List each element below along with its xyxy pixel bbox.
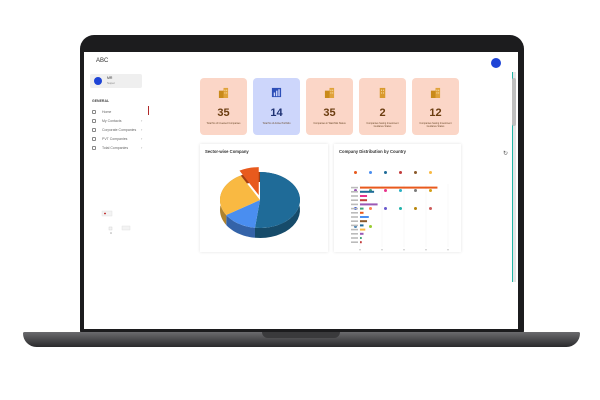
stat-label: Total No of Invested Companies: [206, 122, 241, 125]
stat-value: 14: [270, 107, 283, 119]
laptop-screen: ABC ↻ MR Super GENERAL Home My Contacts …: [84, 52, 518, 329]
profile-avatar[interactable]: [491, 58, 501, 68]
stage: ABC ↻ MR Super GENERAL Home My Contacts …: [0, 0, 600, 400]
stat-card-active-portfolio[interactable]: 14 Total No of Active Portfolio: [253, 78, 300, 135]
building-icon: [379, 87, 386, 98]
bar[interactable]: [360, 195, 368, 197]
briefcase-icon: [92, 137, 96, 141]
bar-chart-panel: Company Distribution by Country: [334, 144, 461, 252]
sidebar-item-label: Total Companies: [102, 146, 129, 150]
bar[interactable]: [360, 203, 378, 206]
laptop-notch: [262, 332, 340, 338]
stat-value: 2: [379, 107, 386, 119]
stat-value: 35: [323, 107, 336, 119]
chevron-right-icon: ›: [141, 118, 143, 123]
bar[interactable]: [360, 216, 369, 218]
decorative-illustration: [101, 210, 131, 234]
bar[interactable]: [360, 211, 364, 214]
category-label-mark: [351, 233, 358, 235]
refresh-icon[interactable]: ↻: [503, 150, 508, 157]
sidebar-item-label: Corporate Companies: [102, 128, 137, 132]
sidebar-item-label: Home: [102, 110, 112, 114]
stat-card-invested-companies[interactable]: 35 Total No of Invested Companies: [200, 78, 247, 135]
axis-tick: [403, 249, 405, 251]
contacts-icon: [92, 119, 96, 123]
category-label-mark: [351, 228, 358, 231]
sidebar-nav: Home My Contacts › Corporate Companies ›…: [90, 106, 150, 153]
axis-tick: [447, 249, 449, 251]
sidebar-item-my-contacts[interactable]: My Contacts ›: [90, 117, 150, 126]
sidebar-item-label: My Contacts: [102, 119, 122, 123]
category-label-mark: [351, 191, 358, 193]
stat-value: 35: [217, 107, 230, 119]
home-icon: [92, 110, 96, 114]
sidebar-item-total-companies[interactable]: Total Companies ›: [90, 144, 150, 153]
category-label-mark: [351, 199, 358, 201]
category-label-mark: [351, 220, 358, 222]
stat-label: Total No of Active Portfolio: [262, 122, 291, 125]
pie-chart-panel: Sector-wise Company: [200, 144, 328, 252]
axis-tick: [359, 249, 361, 251]
stat-card-investment-guidance-2[interactable]: 12 Companies having Investment Guidance …: [412, 78, 459, 135]
building-icon: [218, 87, 229, 98]
category-label-mark: [351, 241, 358, 243]
user-name: MR: [107, 76, 113, 80]
bar[interactable]: [360, 207, 364, 210]
axis-tick: [381, 249, 383, 251]
category-label-mark: [351, 216, 358, 218]
chevron-right-icon: ›: [141, 136, 143, 141]
pie-chart-title: Sector-wise Company: [205, 149, 249, 154]
category-label-mark: [351, 224, 358, 227]
bar[interactable]: [360, 224, 364, 227]
stat-label: Companies having Investment Guidance Sta…: [366, 122, 399, 128]
axis-tick: [425, 249, 427, 251]
pie-chart: [220, 167, 300, 238]
bar[interactable]: [360, 190, 375, 193]
scrollbar-thumb[interactable]: [512, 78, 516, 126]
chevron-right-icon: ›: [141, 145, 143, 150]
stat-label: Companies having Investment Guidance Sta…: [419, 122, 452, 128]
bar[interactable]: [360, 186, 438, 189]
top-bar: ABC: [84, 52, 518, 72]
bar[interactable]: [360, 220, 368, 223]
bar-chart: [351, 184, 449, 251]
category-label-mark: [351, 203, 358, 206]
building-icon: [324, 87, 335, 98]
sidebar-item-home[interactable]: Home: [90, 106, 150, 117]
building-icon: [430, 87, 441, 98]
category-label-mark: [351, 237, 358, 239]
user-avatar: [94, 77, 102, 85]
stat-card-investment-guidance[interactable]: 2 Companies having Investment Guidance S…: [359, 78, 406, 135]
user-role: Super: [107, 81, 116, 85]
bar[interactable]: [360, 237, 362, 239]
chart-icon: [271, 87, 282, 98]
category-label-mark: [351, 195, 358, 197]
category-label-mark: [351, 186, 358, 189]
category-label-mark: [351, 207, 358, 210]
sidebar-item-label: PVT Companies: [102, 137, 128, 141]
bar[interactable]: [360, 241, 362, 244]
sidebar-item-pvt-companies[interactable]: PVT Companies ›: [90, 135, 150, 144]
sidebar-section-label: GENERAL: [92, 99, 110, 103]
stat-card-watchlist[interactable]: 35 Companies in Watchlist Status: [306, 78, 353, 135]
stat-value: 12: [429, 107, 442, 119]
chevron-right-icon: ›: [141, 127, 143, 132]
app-title: ABC: [96, 58, 109, 64]
bar[interactable]: [360, 199, 368, 202]
bar[interactable]: [360, 232, 364, 235]
user-card[interactable]: MR Super: [90, 74, 142, 88]
sidebar-item-corporate-companies[interactable]: Corporate Companies ›: [90, 126, 150, 135]
list-icon: [92, 146, 96, 150]
stat-label: Companies in Watchlist Status: [313, 122, 346, 125]
category-label-mark: [351, 212, 358, 214]
bar[interactable]: [360, 228, 366, 231]
building-icon: [92, 128, 96, 132]
